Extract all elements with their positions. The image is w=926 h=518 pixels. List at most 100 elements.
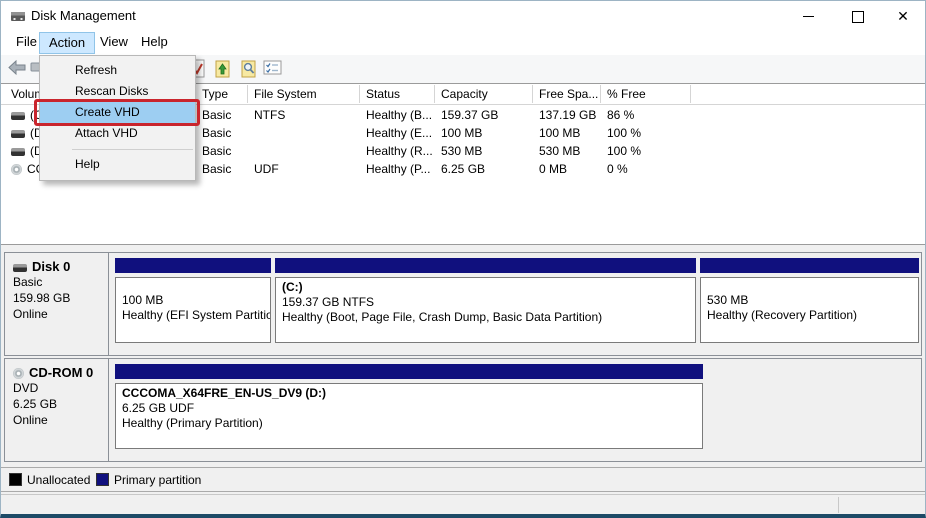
menu-item-attach-vhd[interactable]: Attach VHD bbox=[40, 123, 195, 144]
disk-0-panel: Disk 0 Basic 159.98 GB Online 100 MB Hea… bbox=[4, 252, 922, 356]
disk-0-label[interactable]: Disk 0 Basic 159.98 GB Online bbox=[5, 253, 109, 355]
partition-size: 100 MB bbox=[122, 293, 164, 307]
partition-color-bar bbox=[275, 258, 696, 273]
maximize-icon bbox=[852, 10, 864, 23]
cdrom-0-panel: CD-ROM 0 DVD 6.25 GB Online CCCOMA_X64FR… bbox=[4, 358, 922, 462]
disk-0-graphic: 100 MB Healthy (EFI System Partition) (C… bbox=[110, 253, 921, 355]
title-bar: Disk Management ✕ bbox=[1, 1, 925, 31]
checklist-icon[interactable] bbox=[263, 59, 283, 79]
menu-item-refresh[interactable]: Refresh bbox=[40, 60, 195, 81]
partition-status: Healthy (Boot, Page File, Crash Dump, Ba… bbox=[282, 310, 603, 324]
col-header-type[interactable]: Type bbox=[196, 85, 248, 103]
disk-name: CD-ROM 0 bbox=[29, 365, 94, 380]
disk-icon bbox=[11, 130, 25, 138]
cd-icon bbox=[13, 368, 24, 379]
menu-bar: File Action View Help bbox=[1, 31, 925, 55]
volume-status: Healthy (E... bbox=[366, 126, 433, 140]
partition-recovery[interactable]: 530 MB Healthy (Recovery Partition) bbox=[700, 258, 919, 350]
volume-capacity: 100 MB bbox=[441, 126, 483, 140]
col-header-capacity[interactable]: Capacity bbox=[435, 85, 533, 103]
volume-fs bbox=[248, 124, 360, 142]
menu-separator bbox=[72, 149, 193, 150]
volume-status: Healthy (P... bbox=[366, 162, 431, 176]
cdrom-0-label[interactable]: CD-ROM 0 DVD 6.25 GB Online bbox=[5, 359, 109, 461]
volume-pct-free: 100 % bbox=[607, 144, 642, 158]
volume-type: Basic bbox=[202, 144, 232, 158]
partition-color-bar bbox=[115, 364, 703, 379]
back-arrow-icon[interactable] bbox=[7, 59, 27, 79]
export-up-icon[interactable] bbox=[214, 59, 234, 79]
disk-name: Disk 0 bbox=[32, 259, 71, 274]
volume-status: Healthy (R... bbox=[366, 144, 433, 158]
volume-status: Healthy (B... bbox=[366, 108, 433, 122]
volume-free: 530 MB bbox=[539, 144, 581, 158]
partition-color-bar bbox=[115, 258, 271, 273]
partition-efi[interactable]: 100 MB Healthy (EFI System Partition) bbox=[115, 258, 271, 350]
disk-status: Online bbox=[13, 307, 48, 321]
disk-status: Online bbox=[13, 413, 48, 427]
disk-kind: Basic bbox=[13, 275, 43, 289]
volume-free: 137.19 GB bbox=[539, 108, 597, 122]
cd-icon bbox=[11, 164, 22, 175]
disk-size: 6.25 GB bbox=[13, 397, 58, 411]
volume-capacity: 159.37 GB bbox=[441, 108, 499, 122]
disk-drive-app-icon bbox=[10, 10, 26, 26]
primary-partition-swatch bbox=[96, 473, 109, 486]
partition-size: 159.37 GB NTFS bbox=[282, 295, 375, 309]
volume-capacity: 6.25 GB bbox=[441, 162, 486, 176]
partition-dvd[interactable]: CCCOMA_X64FRE_EN-US_DV9 (D:) 6.25 GB UDF… bbox=[115, 364, 703, 456]
volume-type: Basic bbox=[202, 162, 232, 176]
partition-status: Healthy (Primary Partition) bbox=[122, 416, 263, 430]
partition-status: Healthy (Recovery Partition) bbox=[707, 308, 858, 322]
col-header-pct-free[interactable]: % Free bbox=[601, 85, 691, 103]
disk-icon bbox=[11, 112, 25, 120]
disk-icon bbox=[11, 148, 25, 156]
disk-kind: DVD bbox=[13, 381, 39, 395]
volume-fs bbox=[248, 142, 360, 160]
legend-bar: Unallocated Primary partition bbox=[1, 467, 925, 492]
partition-title: CCCOMA_X64FRE_EN-US_DV9 (D:) bbox=[122, 386, 327, 400]
window-title: Disk Management bbox=[31, 8, 136, 23]
unallocated-swatch bbox=[9, 473, 22, 486]
volume-free: 100 MB bbox=[539, 126, 581, 140]
volume-pct-free: 100 % bbox=[607, 126, 642, 140]
partition-title: (C:) bbox=[282, 280, 303, 294]
menu-item-rescan-disks[interactable]: Rescan Disks bbox=[40, 81, 195, 102]
status-bar-divider bbox=[838, 497, 839, 513]
volume-free: 0 MB bbox=[539, 162, 568, 176]
volume-type: Basic bbox=[202, 126, 232, 140]
menu-item-help[interactable]: Help bbox=[40, 154, 195, 175]
col-header-status[interactable]: Status bbox=[360, 85, 435, 103]
volume-pct-free: 0 % bbox=[607, 162, 628, 176]
close-button[interactable]: ✕ bbox=[886, 1, 920, 31]
partition-status: Healthy (EFI System Partition) bbox=[122, 308, 271, 322]
col-header-file-system[interactable]: File System bbox=[248, 85, 360, 103]
cdrom-0-graphic: CCCOMA_X64FRE_EN-US_DV9 (D:) 6.25 GB UDF… bbox=[110, 359, 921, 461]
minimize-button[interactable] bbox=[791, 1, 825, 31]
menu-help[interactable]: Help bbox=[132, 32, 177, 52]
partition-c[interactable]: (C:) 159.37 GB NTFS Healthy (Boot, Page … bbox=[275, 258, 696, 350]
col-header-empty bbox=[691, 85, 924, 103]
maximize-button[interactable] bbox=[841, 1, 875, 31]
action-menu-dropdown: Refresh Rescan Disks Create VHD Attach V… bbox=[34, 55, 200, 181]
volume-type: Basic bbox=[202, 108, 232, 122]
disk-icon bbox=[13, 264, 27, 272]
volume-fs: NTFS bbox=[254, 108, 286, 122]
minimize-icon bbox=[802, 16, 814, 18]
col-header-free-space[interactable]: Free Spa... bbox=[533, 85, 601, 103]
partition-color-bar bbox=[700, 258, 919, 273]
disk-management-window: Disk Management ✕ File Action View Help bbox=[0, 0, 926, 518]
search-properties-icon[interactable] bbox=[240, 59, 260, 79]
graphical-view: Disk 0 Basic 159.98 GB Online 100 MB Hea… bbox=[1, 245, 925, 514]
partition-size: 530 MB bbox=[707, 293, 749, 307]
volume-fs: UDF bbox=[254, 162, 279, 176]
partition-size: 6.25 GB UDF bbox=[122, 401, 195, 415]
menu-view[interactable]: View bbox=[91, 32, 137, 52]
volume-capacity: 530 MB bbox=[441, 144, 483, 158]
legend-label: Unallocated bbox=[27, 473, 91, 487]
status-bar bbox=[1, 494, 925, 514]
disk-size: 159.98 GB bbox=[13, 291, 71, 305]
menu-action[interactable]: Action bbox=[39, 32, 96, 54]
menu-item-create-vhd[interactable]: Create VHD bbox=[40, 102, 195, 123]
legend-label: Primary partition bbox=[114, 473, 202, 487]
